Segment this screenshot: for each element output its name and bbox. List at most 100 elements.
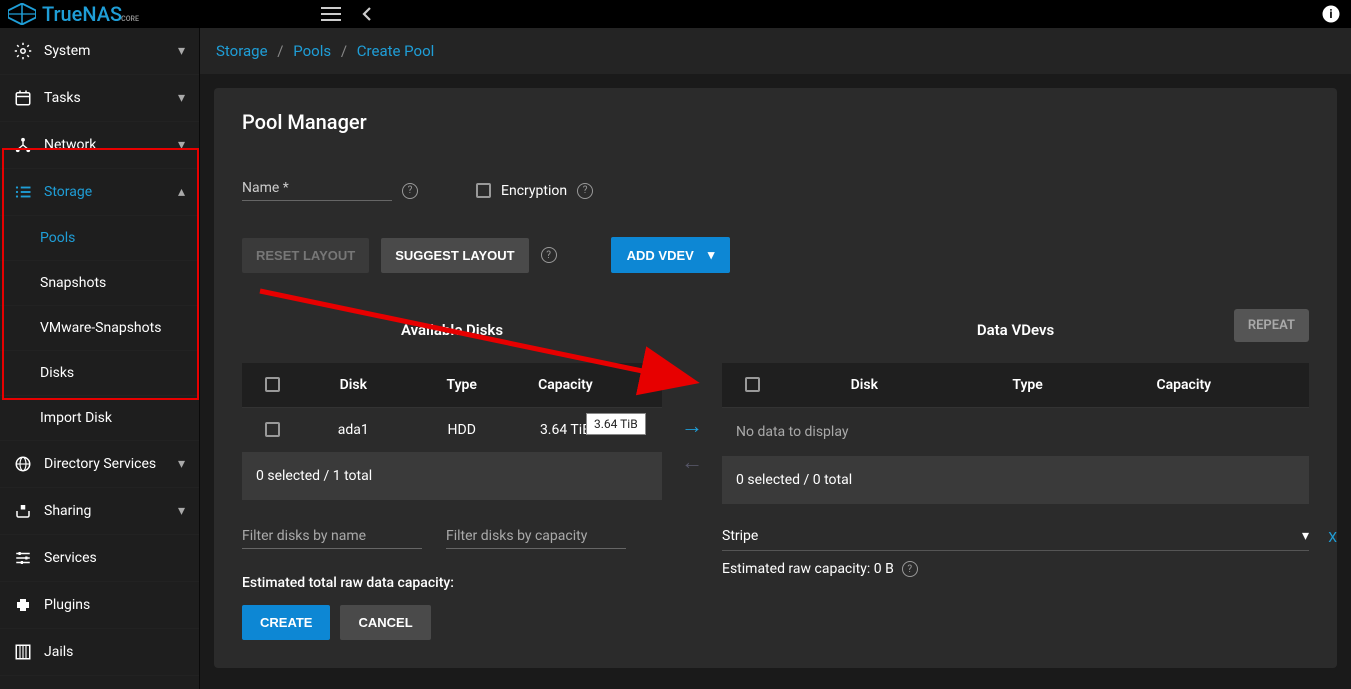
- capacity-tooltip: 3.64 TiB: [586, 413, 646, 435]
- chevron-down-icon: ▾: [1302, 528, 1309, 544]
- puzzle-icon: [14, 596, 32, 614]
- help-icon[interactable]: ?: [577, 183, 593, 199]
- select-all-checkbox[interactable]: [745, 377, 760, 392]
- chevron-down-icon: ▾: [178, 456, 185, 472]
- move-right-icon[interactable]: →: [681, 413, 703, 439]
- gear-icon: [14, 42, 32, 60]
- logo[interactable]: TrueNAS CORE: [8, 2, 139, 26]
- share-icon: [14, 502, 32, 520]
- row-checkbox[interactable]: [265, 422, 280, 437]
- chevron-down-icon: ▾: [178, 503, 185, 519]
- nav-label: Jails: [44, 644, 73, 660]
- globe-icon: [14, 455, 32, 473]
- nav-label: Services: [44, 550, 97, 566]
- main-content: Storage / Pools / Create Pool Pool Manag…: [200, 28, 1351, 689]
- sidebar-item-reporting[interactable]: Reporting: [0, 676, 199, 689]
- available-disks-panel: Available Disks Disk Type Capacity ada1 …: [242, 315, 662, 640]
- nav-label: System: [44, 43, 90, 59]
- data-vdevs-title: Data VDevs: [977, 321, 1054, 339]
- repeat-button[interactable]: REPEAT: [1234, 309, 1309, 342]
- pool-name-input[interactable]: Name *: [242, 180, 392, 201]
- sidebar-sub-vmware-snapshots[interactable]: VMware-Snapshots: [0, 306, 199, 351]
- filter-disks-by-name-input[interactable]: Filter disks by name: [242, 528, 422, 549]
- sidebar: System ▾ Tasks ▾ Network ▾ Storage ▴ Poo…: [0, 28, 200, 689]
- available-disks-title: Available Disks: [401, 321, 503, 339]
- encryption-checkbox[interactable]: [476, 183, 491, 198]
- breadcrumb-item: Create Pool: [357, 42, 435, 60]
- sidebar-sub-pools[interactable]: Pools: [0, 216, 199, 261]
- sidebar-item-storage[interactable]: Storage ▴: [0, 169, 199, 216]
- cell-type: HDD: [415, 422, 509, 438]
- breadcrumb-item[interactable]: Storage: [216, 42, 268, 60]
- sidebar-sub-disks[interactable]: Disks: [0, 351, 199, 396]
- reset-layout-button[interactable]: RESET LAYOUT: [242, 238, 369, 273]
- nav-label: Storage: [44, 184, 92, 200]
- cancel-button[interactable]: CANCEL: [340, 605, 430, 640]
- brand-sub: CORE: [121, 15, 139, 23]
- help-icon[interactable]: ?: [902, 561, 918, 577]
- vdev-footer: 0 selected / 0 total: [722, 456, 1309, 504]
- back-icon[interactable]: [355, 2, 379, 26]
- sidebar-item-tasks[interactable]: Tasks ▾: [0, 75, 199, 122]
- jail-icon: [14, 643, 32, 661]
- col-header-capacity: Capacity: [509, 377, 622, 393]
- network-icon: [14, 136, 32, 154]
- sidebar-item-network[interactable]: Network ▾: [0, 122, 199, 169]
- create-button[interactable]: CREATE: [242, 605, 330, 640]
- chevron-down-icon: ▾: [708, 247, 715, 263]
- menu-toggle-icon[interactable]: [319, 2, 343, 26]
- page-title: Pool Manager: [242, 110, 1309, 134]
- calendar-icon: [14, 89, 32, 107]
- info-icon[interactable]: i: [1319, 2, 1343, 26]
- sidebar-sub-snapshots[interactable]: Snapshots: [0, 261, 199, 306]
- encryption-label: Encryption: [501, 183, 567, 199]
- suggest-layout-button[interactable]: SUGGEST LAYOUT: [381, 238, 528, 273]
- no-data-message: No data to display: [722, 408, 1309, 456]
- breadcrumb: Storage / Pools / Create Pool: [200, 28, 1351, 74]
- sidebar-item-plugins[interactable]: Plugins: [0, 582, 199, 629]
- sidebar-item-sharing[interactable]: Sharing ▾: [0, 488, 199, 535]
- chevron-up-icon: ▴: [178, 184, 185, 200]
- transfer-arrows: → ←: [662, 315, 722, 640]
- select-all-checkbox[interactable]: [265, 377, 280, 392]
- estimated-total-label: Estimated total raw data capacity:: [242, 575, 662, 591]
- col-header-capacity: Capacity: [1099, 377, 1269, 393]
- cell-disk: ada1: [292, 422, 415, 438]
- nav-label: Sharing: [44, 503, 91, 519]
- nav-label: Directory Services: [44, 456, 156, 472]
- nav-label: Plugins: [44, 597, 90, 613]
- col-header-type: Type: [415, 377, 509, 393]
- chevron-down-icon: ▾: [178, 43, 185, 59]
- top-bar: TrueNAS CORE i: [0, 0, 1351, 28]
- estimated-vdev-capacity: Estimated raw capacity: 0 B: [722, 561, 894, 577]
- sidebar-sub-import-disk[interactable]: Import Disk: [0, 396, 199, 441]
- nav-label: Tasks: [44, 90, 81, 106]
- help-icon[interactable]: ?: [402, 183, 418, 199]
- chevron-down-icon: ▾: [178, 90, 185, 106]
- truenas-logo-icon: [8, 3, 36, 25]
- help-icon[interactable]: ?: [541, 247, 557, 263]
- sidebar-item-jails[interactable]: Jails: [0, 629, 199, 676]
- add-vdev-button[interactable]: ADD VDEV ▾: [611, 237, 731, 273]
- col-header-disk: Disk: [292, 377, 415, 393]
- chevron-down-icon: ▾: [178, 137, 185, 153]
- col-header-disk: Disk: [772, 377, 957, 393]
- sidebar-item-system[interactable]: System ▾: [0, 28, 199, 75]
- data-vdevs-panel: Data VDevs REPEAT Disk Type Capacity No …: [722, 315, 1309, 640]
- svg-text:i: i: [1329, 7, 1332, 21]
- brand-name: TrueNAS: [42, 2, 122, 26]
- sidebar-item-directory-services[interactable]: Directory Services ▾: [0, 441, 199, 488]
- remove-vdev-icon[interactable]: X: [1328, 530, 1337, 546]
- pool-manager-card: Pool Manager Name * ? Encryption ? RESET…: [214, 88, 1337, 668]
- filter-disks-by-capacity-input[interactable]: Filter disks by capacity: [446, 528, 626, 549]
- col-header-type: Type: [957, 377, 1099, 393]
- list-icon: [14, 183, 32, 201]
- tune-icon: [14, 549, 32, 567]
- data-vdevs-table: Disk Type Capacity No data to display 0 …: [722, 363, 1309, 504]
- nav-label: Network: [44, 137, 96, 153]
- breadcrumb-item[interactable]: Pools: [293, 42, 331, 60]
- vdev-type-select[interactable]: Stripe ▾: [722, 528, 1309, 551]
- move-left-icon[interactable]: ←: [681, 449, 703, 475]
- available-footer: 0 selected / 1 total: [242, 452, 662, 500]
- sidebar-item-services[interactable]: Services: [0, 535, 199, 582]
